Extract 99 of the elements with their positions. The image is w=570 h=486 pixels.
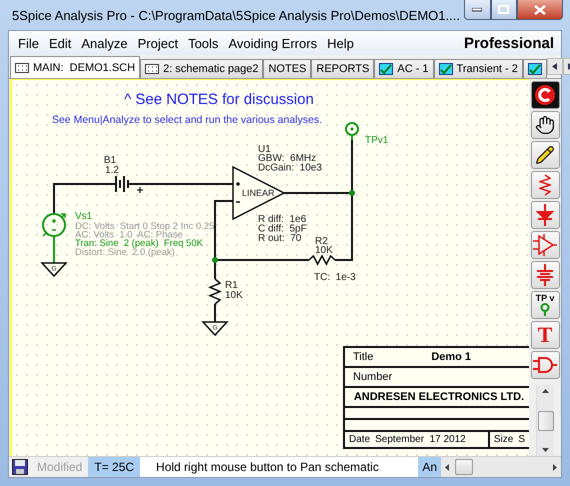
- number-label: Number: [353, 371, 392, 383]
- drawing-title: Demo 1: [430, 351, 472, 363]
- minimize-button[interactable]: [464, 0, 491, 20]
- drawing-size: S: [518, 434, 525, 445]
- diode-icon: [536, 204, 554, 226]
- resistor-name: R2: [315, 236, 328, 247]
- drawing-date: September 17 2012: [375, 434, 466, 445]
- probe-tool-button[interactable]: TP v: [530, 291, 560, 319]
- menu-item[interactable]: Tools: [183, 36, 224, 50]
- edition-label: Professional: [464, 34, 555, 52]
- op-amp-name: U1: [258, 144, 271, 155]
- menu-item[interactable]: Avoiding Errors: [223, 36, 322, 50]
- hint-status: Hold right mouse button to Pan schematic: [140, 457, 418, 477]
- menu-item[interactable]: Help: [322, 36, 359, 50]
- tab-scroll-left-button[interactable]: [546, 58, 563, 75]
- resistor-value: 10K: [225, 290, 243, 301]
- tab[interactable]: REPORTS: [311, 59, 374, 78]
- right-arrow-icon: [553, 464, 557, 470]
- tab[interactable]: AC - 1: [374, 59, 434, 78]
- scroll-thumb[interactable]: [455, 459, 473, 475]
- schematic-canvas[interactable]: [10, 79, 529, 456]
- resistor-tool-button[interactable]: [530, 171, 560, 199]
- pencil-icon: [535, 145, 555, 165]
- draw-tool-button[interactable]: [530, 141, 560, 169]
- battery-value: 1.2: [105, 165, 119, 176]
- vertical-scrollbar[interactable]: [536, 385, 554, 456]
- tab[interactable]: Transient - 2: [434, 59, 523, 78]
- date-label: Date: [349, 434, 370, 445]
- test-probe-symbol: [345, 122, 359, 140]
- source-name: Vs1: [75, 211, 92, 222]
- left-arrow-icon: [445, 464, 449, 470]
- op-amp-model: LINEAR: [242, 188, 275, 198]
- menu-item[interactable]: Analyze: [76, 36, 133, 50]
- menu-item[interactable]: Edit: [44, 36, 76, 50]
- chart-icon: [438, 63, 453, 75]
- maximize-button[interactable]: [490, 0, 517, 20]
- battery-tool-button[interactable]: [530, 261, 560, 289]
- op-amp-parameter: C diff: 5pF: [258, 224, 307, 234]
- temperature-status: T= 25C: [88, 457, 140, 477]
- size-label: Size: [494, 434, 514, 445]
- battery-icon: [536, 264, 554, 286]
- tab[interactable]: 2: schematic page2: [140, 59, 264, 78]
- horizontal-scrollbar[interactable]: [441, 457, 561, 477]
- op-amp-parameter: R diff: 1e6: [258, 214, 306, 225]
- text-tool-button[interactable]: T: [530, 321, 560, 349]
- junction-dot: [349, 190, 355, 196]
- tab[interactable]: NOTES: [263, 59, 312, 78]
- modified-status: Modified: [36, 459, 84, 476]
- down-arrow-icon: [542, 448, 549, 452]
- window-title: 5Spice Analysis Pro - C:\ProgramData\5Spice Analysis Pro\Demos\DEMO1....: [12, 8, 460, 22]
- notes-heading: ^ See NOTES for discussion: [124, 91, 314, 108]
- maximize-icon: [498, 5, 510, 14]
- source-setting: Tran: Sine 2 (peak) Freq 50K: [75, 238, 203, 250]
- refresh-icon: [534, 84, 556, 106]
- op-amp-parameter: DcGain: 10e3: [258, 162, 322, 174]
- voltage-source-symbol: [42, 213, 66, 237]
- battery-name: B1: [104, 155, 116, 166]
- save-button[interactable]: [9, 457, 31, 477]
- scroll-thumb[interactable]: [538, 410, 554, 430]
- left-arrow-icon: [552, 63, 558, 70]
- op-amp-parameter: GBW: 6MHz: [258, 153, 316, 164]
- resistor-symbol: [208, 278, 222, 305]
- and-gate-icon: [533, 356, 557, 374]
- probe-icon: [540, 303, 550, 316]
- op-amp-parameter: R out: 70: [258, 233, 302, 244]
- schematic-icon: [145, 64, 160, 74]
- wire: [53, 236, 55, 263]
- resistor-name: R1: [225, 280, 238, 291]
- opamp-icon: [533, 234, 557, 256]
- battery-symbol: [115, 175, 129, 193]
- tab[interactable]: [522, 59, 547, 78]
- junction-dot: [212, 257, 218, 263]
- probe-name: TPv1: [365, 135, 388, 146]
- schematic-icon: [15, 62, 29, 72]
- resistor-note: TC: 1e-3: [314, 272, 356, 283]
- close-button[interactable]: [516, 0, 563, 20]
- opamp-tool-button[interactable]: [530, 231, 560, 259]
- resistor-icon: [539, 174, 551, 196]
- polarity-mark: +: [136, 183, 144, 197]
- minimize-icon: [472, 8, 482, 12]
- resistor-symbol: [308, 254, 336, 266]
- chart-icon: [528, 63, 542, 75]
- resistor-value: 10K: [315, 245, 333, 256]
- analysis-status: An: [418, 457, 441, 477]
- hand-icon: [535, 115, 555, 135]
- company-name: ANDRESEN ELECTRONICS LTD.: [352, 391, 526, 403]
- diode-tool-button[interactable]: [530, 201, 560, 229]
- source-setting: Distort: Sine 2.0 (peak): [75, 246, 175, 258]
- up-arrow-icon: [542, 389, 549, 393]
- logic-gate-tool-button[interactable]: [530, 351, 560, 379]
- tab[interactable]: MAIN: DEMO1.SCH: [10, 56, 140, 78]
- refresh-button[interactable]: [530, 81, 560, 109]
- chart-icon: [379, 63, 394, 75]
- analyze-note: See Menu|Analyze to select and run the various analyses.: [52, 114, 322, 126]
- menu-item[interactable]: File: [13, 36, 44, 50]
- title-label: Title: [353, 351, 374, 363]
- menu-item[interactable]: Project: [132, 36, 184, 50]
- close-icon: [534, 4, 546, 14]
- pan-tool-button[interactable]: [530, 111, 560, 139]
